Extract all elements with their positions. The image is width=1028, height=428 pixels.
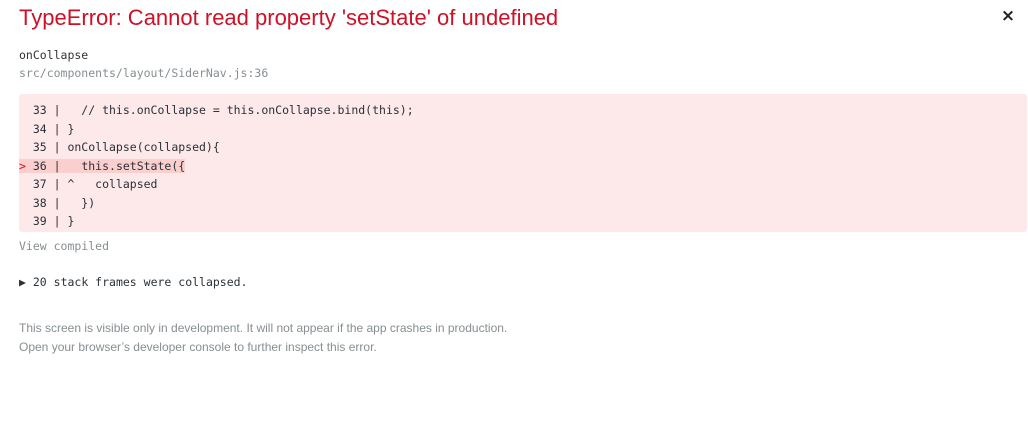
collapsed-frames-label: 20 stack frames were collapsed. (32, 275, 248, 289)
code-line: 35 | onCollapse(collapsed){ (19, 138, 1027, 157)
error-overlay: TypeError: Cannot read property 'setStat… (0, 0, 1028, 428)
code-line-text: 38 | }) (19, 195, 96, 210)
code-line: 33 | // this.onCollapse = this.onCollaps… (19, 101, 1027, 120)
code-line-text: 37 | ^ collapsed (19, 177, 158, 191)
code-line-highlighted: > 36 | this.setState({ (19, 157, 1027, 176)
code-line-text: 36 | this.setState({ (32, 158, 186, 173)
expand-triangle-icon: ▶ (19, 275, 26, 289)
dev-notice-line-2: Open your browser’s developer console to… (19, 339, 377, 354)
stack-frame-file-location[interactable]: src/components/layout/SiderNav.js:36 (19, 66, 268, 80)
code-line-text: 34 | } (19, 121, 75, 136)
view-compiled-link[interactable]: View compiled (19, 239, 109, 253)
code-line-text: 39 | } (19, 214, 75, 228)
code-line-text: 33 | // this.onCollapse = this.onCollaps… (19, 103, 414, 117)
code-line: 37 | ^ collapsed (19, 175, 1027, 194)
code-line: 34 | } (19, 120, 1027, 139)
code-line: 39 | } (19, 212, 1027, 231)
dev-mode-notice: This screen is visible only in developme… (19, 319, 507, 356)
collapsed-stack-frames-toggle[interactable]: ▶ 20 stack frames were collapsed. (19, 275, 248, 289)
code-line-text: 35 | onCollapse(collapsed){ (19, 140, 220, 154)
dev-notice-line-1: This screen is visible only in developme… (19, 321, 508, 335)
stack-frame-function-name: onCollapse (19, 48, 89, 62)
code-snippet: 33 | // this.onCollapse = this.onCollaps… (19, 94, 1027, 232)
close-icon[interactable]: × (998, 6, 1018, 26)
error-line-marker: > (19, 158, 33, 173)
code-line: 38 | }) (19, 194, 1027, 213)
error-title: TypeError: Cannot read property 'setStat… (19, 5, 559, 30)
